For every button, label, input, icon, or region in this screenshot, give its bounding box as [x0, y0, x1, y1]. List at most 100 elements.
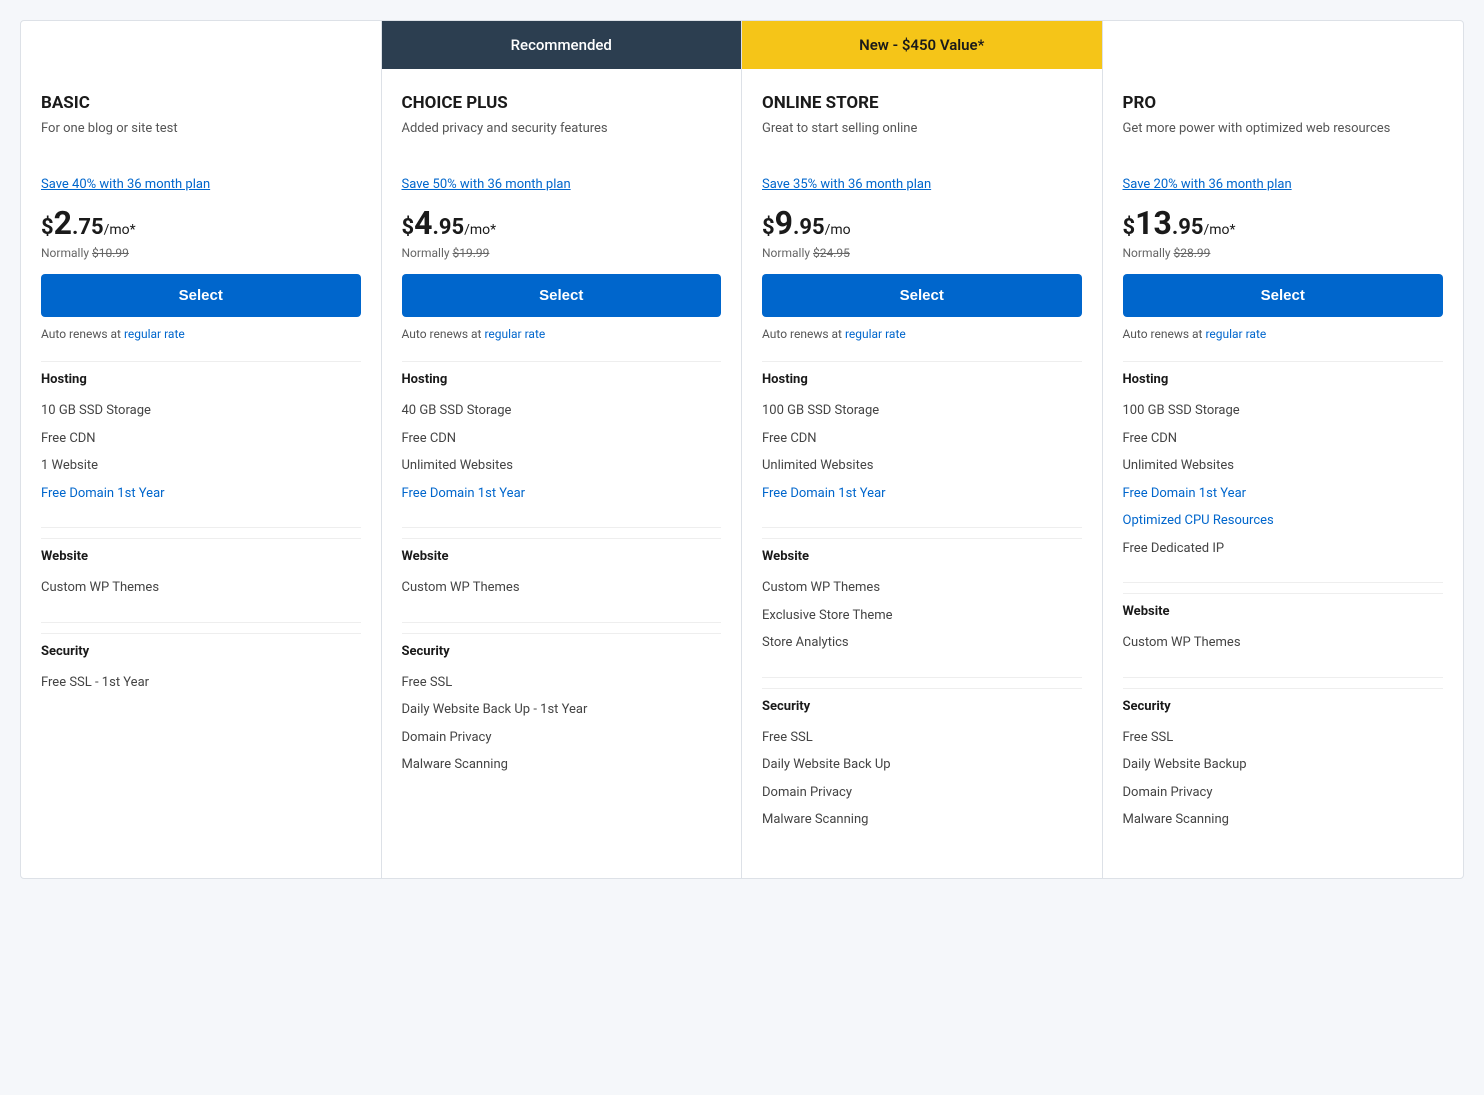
hosting-feature-choice-plus: Free CDN	[402, 425, 722, 453]
plan-desc-pro: Get more power with optimized web resour…	[1123, 119, 1444, 159]
auto-renews-choice-plus: Auto renews at regular rate	[402, 327, 722, 341]
security-section-basic: Security Free SSL - 1st Year	[41, 622, 361, 697]
regular-rate-link-choice-plus[interactable]: regular rate	[484, 327, 545, 341]
website-feature-online-store: Custom WP Themes	[762, 574, 1082, 602]
security-feature-pro: Malware Scanning	[1123, 806, 1444, 834]
hosting-feature-pro: Free Domain 1st Year	[1123, 480, 1444, 508]
plan-desc-basic: For one blog or site test	[41, 119, 361, 159]
hosting-feature-basic: 10 GB SSD Storage	[41, 397, 361, 425]
save-link-online-store[interactable]: Save 35% with 36 month plan	[762, 177, 1082, 192]
hosting-feature-online-store: Free CDN	[762, 425, 1082, 453]
price-block-choice-plus: $4.95/mo*	[402, 204, 722, 242]
security-section-choice-plus: Security Free SSLDaily Website Back Up - …	[402, 622, 722, 779]
website-section-online-store: Website Custom WP ThemesExclusive Store T…	[762, 527, 1082, 657]
plan-column-basic: BASIC For one blog or site test Save 40% w…	[21, 21, 382, 878]
website-feature-choice-plus: Custom WP Themes	[402, 574, 722, 602]
price-normally-basic: Normally $10.99	[41, 246, 361, 260]
plan-name-choice-plus: CHOICE PLUS	[402, 93, 722, 113]
price-main-choice-plus: $4.95	[402, 204, 465, 242]
hosting-feature-choice-plus: Unlimited Websites	[402, 452, 722, 480]
price-period-pro: /mo*	[1203, 222, 1235, 238]
price-period-basic: /mo*	[104, 222, 136, 238]
website-title-online-store: Website	[762, 538, 1082, 564]
price-main-online-store: $9.95	[762, 204, 825, 242]
security-section-online-store: SecurityFree SSLDaily Website Back UpDom…	[762, 677, 1082, 834]
security-feature-choice-plus: Malware Scanning	[402, 751, 722, 779]
save-link-basic[interactable]: Save 40% with 36 month plan	[41, 177, 361, 192]
website-section-basic: Website Custom WP Themes	[41, 527, 361, 602]
price-normally-pro: Normally $28.99	[1123, 246, 1444, 260]
plan-name-pro: PRO	[1123, 93, 1444, 113]
hosting-section-pro: Hosting 100 GB SSD StorageFree CDNUnlimit…	[1123, 361, 1444, 562]
hosting-feature-pro: Free Dedicated IP	[1123, 535, 1444, 563]
hosting-feature-pro: 100 GB SSD Storage	[1123, 397, 1444, 425]
plan-column-online-store: New - $450 Value*ONLINE STOREGreat to st…	[742, 21, 1103, 878]
plan-column-pro: PRO Get more power with optimized web res…	[1103, 21, 1464, 878]
website-feature-online-store: Store Analytics	[762, 629, 1082, 657]
hosting-feature-online-store: 100 GB SSD Storage	[762, 397, 1082, 425]
plan-badge-pro	[1103, 21, 1464, 69]
website-feature-pro: Custom WP Themes	[1123, 629, 1444, 657]
hosting-feature-pro: Unlimited Websites	[1123, 452, 1444, 480]
select-button-basic[interactable]: Select	[41, 274, 361, 317]
security-feature-pro: Domain Privacy	[1123, 779, 1444, 807]
hosting-feature-basic: 1 Website	[41, 452, 361, 480]
hosting-feature-pro: Free CDN	[1123, 425, 1444, 453]
regular-rate-link-basic[interactable]: regular rate	[124, 327, 185, 341]
website-title-choice-plus: Website	[402, 538, 722, 564]
hosting-section-basic: Hosting10 GB SSD StorageFree CDN1 Websit…	[41, 361, 361, 507]
regular-rate-link-online-store[interactable]: regular rate	[845, 327, 906, 341]
security-feature-pro: Free SSL	[1123, 724, 1444, 752]
auto-renews-basic: Auto renews at regular rate	[41, 327, 361, 341]
select-button-choice-plus[interactable]: Select	[402, 274, 722, 317]
hosting-feature-online-store: Unlimited Websites	[762, 452, 1082, 480]
hosting-feature-choice-plus: Free Domain 1st Year	[402, 480, 722, 508]
hosting-section-choice-plus: Hosting 40 GB SSD StorageFree CDNUnlimite…	[402, 361, 722, 507]
plan-content-pro: PRO Get more power with optimized web res…	[1103, 69, 1464, 878]
security-feature-online-store: Domain Privacy	[762, 779, 1082, 807]
select-button-online-store[interactable]: Select	[762, 274, 1082, 317]
price-normally-choice-plus: Normally $19.99	[402, 246, 722, 260]
hosting-section-online-store: Hosting 100 GB SSD StorageFree CDNUnlimit…	[762, 361, 1082, 507]
plan-name-online-store: ONLINE STORE	[762, 93, 1082, 113]
pricing-wrapper: BASIC For one blog or site test Save 40% w…	[0, 0, 1484, 899]
regular-rate-link-pro[interactable]: regular rate	[1205, 327, 1266, 341]
hosting-title-online-store: Hosting	[762, 361, 1082, 387]
security-feature-basic: Free SSL - 1st Year	[41, 669, 361, 697]
security-feature-choice-plus: Domain Privacy	[402, 724, 722, 752]
hosting-title-choice-plus: Hosting	[402, 361, 722, 387]
save-link-choice-plus[interactable]: Save 50% with 36 month plan	[402, 177, 722, 192]
plan-desc-choice-plus: Added privacy and security features	[402, 119, 722, 159]
website-feature-online-store: Exclusive Store Theme	[762, 602, 1082, 630]
hosting-title-pro: Hosting	[1123, 361, 1444, 387]
security-title-basic: Security	[41, 633, 361, 659]
security-feature-choice-plus: Free SSL	[402, 669, 722, 697]
hosting-feature-online-store: Free Domain 1st Year	[762, 480, 1082, 508]
security-feature-online-store: Free SSL	[762, 724, 1082, 752]
select-button-pro[interactable]: Select	[1123, 274, 1444, 317]
hosting-feature-choice-plus: 40 GB SSD Storage	[402, 397, 722, 425]
price-main-pro: $13.95	[1123, 204, 1204, 242]
plan-content-online-store: ONLINE STOREGreat to start selling onlin…	[742, 69, 1102, 878]
security-section-pro: SecurityFree SSLDaily Website BackupDoma…	[1123, 677, 1444, 834]
security-feature-pro: Daily Website Backup	[1123, 751, 1444, 779]
save-link-pro[interactable]: Save 20% with 36 month plan	[1123, 177, 1444, 192]
hosting-title-basic: Hosting	[41, 361, 361, 387]
website-section-choice-plus: Website Custom WP Themes	[402, 527, 722, 602]
pricing-grid: BASIC For one blog or site test Save 40% w…	[20, 20, 1464, 879]
security-title-choice-plus: Security	[402, 633, 722, 659]
plan-badge-basic	[21, 21, 381, 69]
website-feature-basic: Custom WP Themes	[41, 574, 361, 602]
price-block-basic: $2.75/mo*	[41, 204, 361, 242]
price-normally-online-store: Normally $24.95	[762, 246, 1082, 260]
security-feature-choice-plus: Daily Website Back Up - 1st Year	[402, 696, 722, 724]
price-main-basic: $2.75	[41, 204, 104, 242]
security-title-online-store: Security	[762, 688, 1082, 714]
website-title-basic: Website	[41, 538, 361, 564]
hosting-feature-pro: Optimized CPU Resources	[1123, 507, 1444, 535]
plan-content-basic: BASIC For one blog or site test Save 40% w…	[21, 69, 381, 878]
price-period-choice-plus: /mo*	[464, 222, 496, 238]
plan-name-basic: BASIC	[41, 93, 361, 113]
hosting-feature-basic: Free Domain 1st Year	[41, 480, 361, 508]
website-title-pro: Website	[1123, 593, 1444, 619]
